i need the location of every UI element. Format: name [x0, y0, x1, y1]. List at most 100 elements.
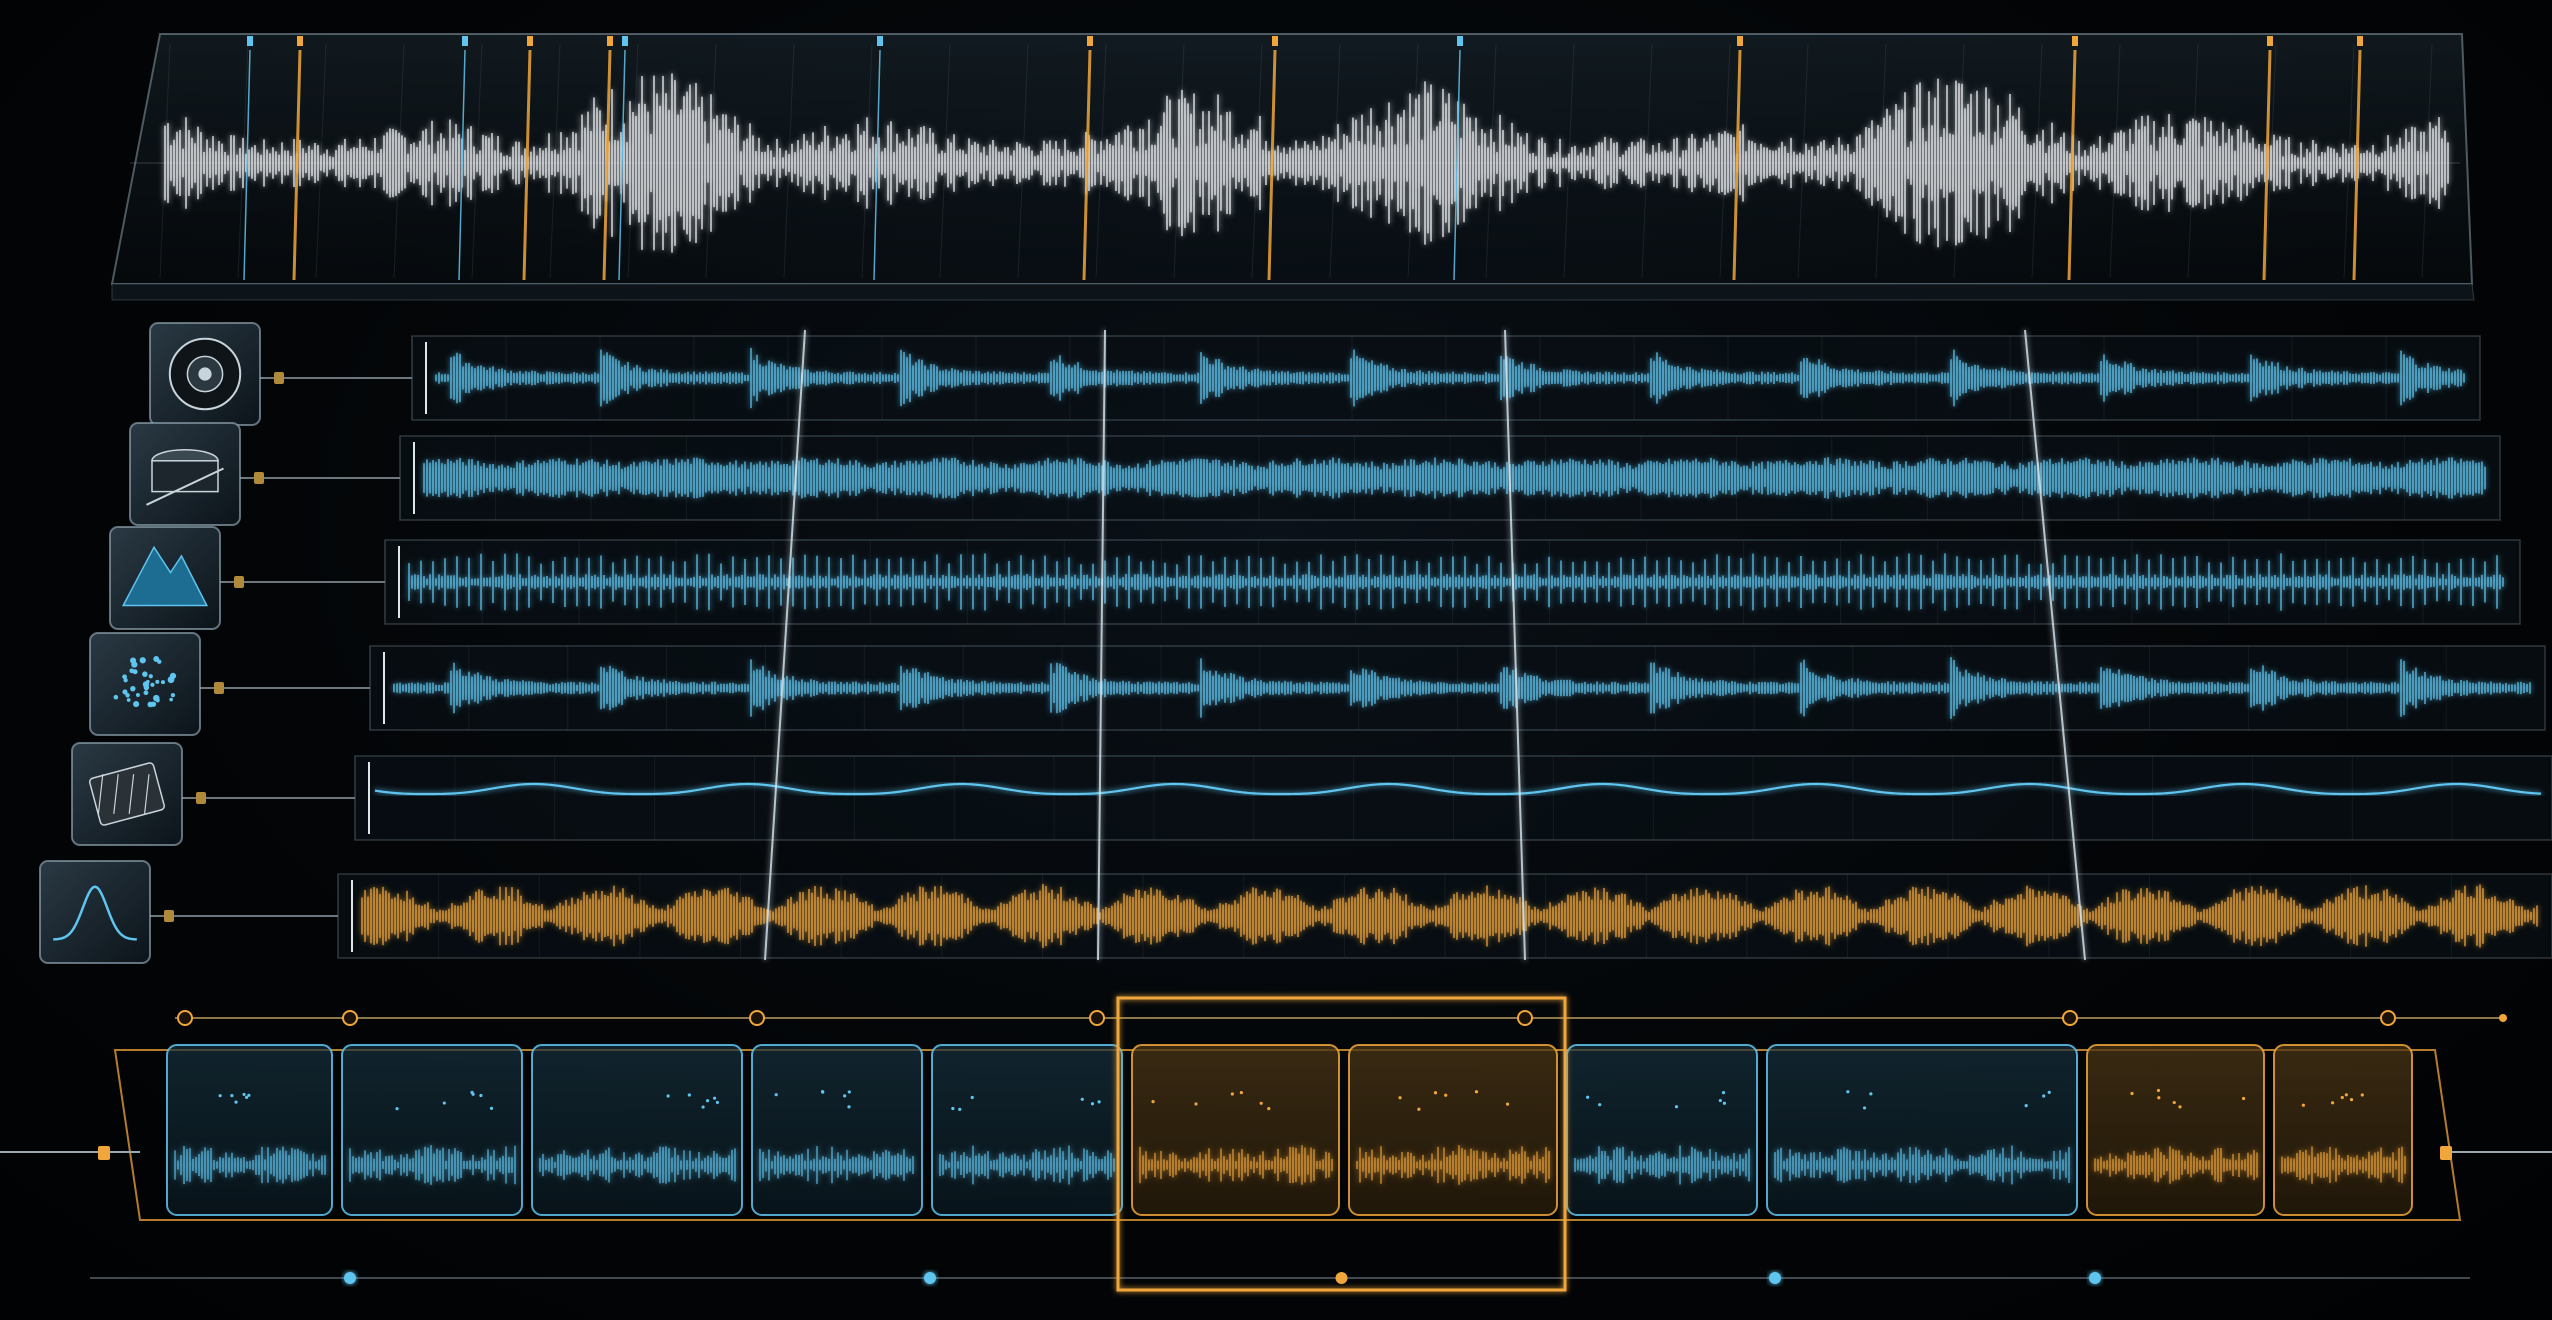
- segment-sparkle: [1869, 1092, 1873, 1096]
- segment-sparkle: [2156, 1088, 2161, 1093]
- segment-sparkle: [1586, 1095, 1590, 1099]
- segment-sparkle: [470, 1090, 474, 1094]
- segment-sparkle: [1417, 1107, 1421, 1111]
- segment-sparkle: [2042, 1094, 2046, 1098]
- segment-sparkle: [821, 1090, 825, 1094]
- segment-sparkle: [2349, 1098, 2354, 1102]
- track-mountain: [109, 526, 2521, 630]
- segment-timeline: [0, 996, 2552, 1292]
- timeline-node: [1089, 1010, 1105, 1026]
- segment-card[interactable]: [531, 1044, 743, 1216]
- track-particles: [89, 632, 2546, 736]
- track-circuit: [71, 742, 2552, 846]
- timeline-segment[interactable]: [2086, 1044, 2265, 1216]
- segment-card[interactable]: [166, 1044, 333, 1216]
- timeline-segment[interactable]: [1131, 1044, 1340, 1216]
- segment-sparkle: [712, 1096, 717, 1100]
- segment-card[interactable]: [1566, 1044, 1758, 1216]
- timeline-end-dot: [2499, 1014, 2507, 1022]
- segment-card[interactable]: [341, 1044, 523, 1216]
- timeline-segment[interactable]: [341, 1044, 523, 1216]
- timeline-right-plug: [2440, 1146, 2452, 1160]
- segment-card[interactable]: [2086, 1044, 2265, 1216]
- sync-line: [2024, 329, 2086, 961]
- segment-sparkle: [1598, 1103, 1602, 1107]
- particle-dot: [170, 693, 176, 698]
- segment-sparkle: [230, 1094, 234, 1098]
- master-marker-tab: [1457, 36, 1463, 46]
- speaker-center: [198, 367, 212, 381]
- segment-sparkle: [2157, 1096, 2161, 1100]
- segment-card[interactable]: [751, 1044, 923, 1216]
- segment-sparkle: [774, 1093, 778, 1097]
- particle-dot: [155, 679, 160, 684]
- segment-card[interactable]: [1348, 1044, 1558, 1216]
- sync-line: [1097, 329, 1106, 961]
- segment-card[interactable]: [931, 1044, 1123, 1216]
- segment-card[interactable]: [1766, 1044, 2078, 1216]
- timeline-bottom-node: [2089, 1272, 2101, 1284]
- segment-sparkle: [1674, 1105, 1679, 1109]
- timeline-segment[interactable]: [1348, 1044, 1558, 1216]
- particle-dot: [148, 674, 153, 679]
- segment-sparkle: [2178, 1105, 2182, 1109]
- segment-sparkle: [2360, 1093, 2364, 1097]
- particle-dot: [113, 694, 119, 700]
- segment-card[interactable]: [1131, 1044, 1340, 1216]
- timeline-node: [1517, 1010, 1533, 1026]
- particle-dot: [167, 676, 175, 684]
- particle-dot: [129, 657, 137, 664]
- segment-sparkle: [1239, 1090, 1243, 1095]
- master-marker-tab: [1737, 36, 1743, 46]
- timeline-segment[interactable]: [2273, 1044, 2413, 1216]
- timeline-bottom-node: [924, 1272, 936, 1284]
- timeline-node: [2062, 1010, 2078, 1026]
- timeline-segment[interactable]: [531, 1044, 743, 1216]
- particle-dot: [139, 657, 146, 664]
- master-marker-tab: [1272, 36, 1278, 46]
- segment-sparkle: [1433, 1091, 1438, 1095]
- particle-dot: [126, 698, 131, 702]
- master-marker-tab: [247, 36, 253, 46]
- track-speaker: [149, 322, 2481, 426]
- particle-dot: [143, 690, 149, 696]
- timeline-segment[interactable]: [1566, 1044, 1758, 1216]
- master-marker-tab: [2267, 36, 2273, 46]
- segment-sparkle: [2330, 1101, 2335, 1105]
- timeline-bottom-node: [1769, 1272, 1781, 1284]
- scene-canvas: [0, 33, 2552, 1292]
- speaker-icon: [168, 337, 242, 411]
- track-connector-plug: [214, 682, 224, 694]
- selection-handle[interactable]: [1335, 1272, 1348, 1284]
- timeline-node: [749, 1010, 765, 1026]
- segment-sparkle: [1151, 1100, 1155, 1104]
- track-icon-frame: [39, 860, 151, 964]
- instrument-tracks: [39, 322, 2552, 964]
- segment-sparkle: [970, 1095, 974, 1100]
- timeline-bottom-node: [344, 1272, 356, 1284]
- segment-sparkle: [847, 1090, 851, 1094]
- segment-sparkle: [715, 1100, 720, 1105]
- timeline-segment[interactable]: [751, 1044, 923, 1216]
- segment-sparkle: [1267, 1107, 1271, 1111]
- segment-sparkle: [1862, 1106, 1867, 1110]
- timeline-segment[interactable]: [931, 1044, 1123, 1216]
- segment-sparkle: [1718, 1098, 1722, 1103]
- master-marker-tab: [527, 36, 533, 46]
- segment-sparkle: [1259, 1101, 1263, 1105]
- segment-sparkle: [479, 1093, 483, 1098]
- segment-sparkle: [489, 1106, 494, 1110]
- master-marker-tab: [297, 36, 303, 46]
- master-marker-tab: [622, 36, 628, 46]
- track-drum: [129, 422, 2501, 526]
- timeline-node: [177, 1010, 193, 1026]
- segment-sparkle: [442, 1101, 446, 1105]
- timeline-segment[interactable]: [1766, 1044, 2078, 1216]
- segment-card[interactable]: [2273, 1044, 2413, 1216]
- segment-sparkle: [847, 1105, 851, 1109]
- segment-sparkle: [666, 1094, 670, 1098]
- timeline-segment[interactable]: [166, 1044, 333, 1216]
- segment-sparkle: [234, 1100, 238, 1104]
- segment-sparkle: [2024, 1104, 2028, 1108]
- particle-dot: [150, 682, 155, 687]
